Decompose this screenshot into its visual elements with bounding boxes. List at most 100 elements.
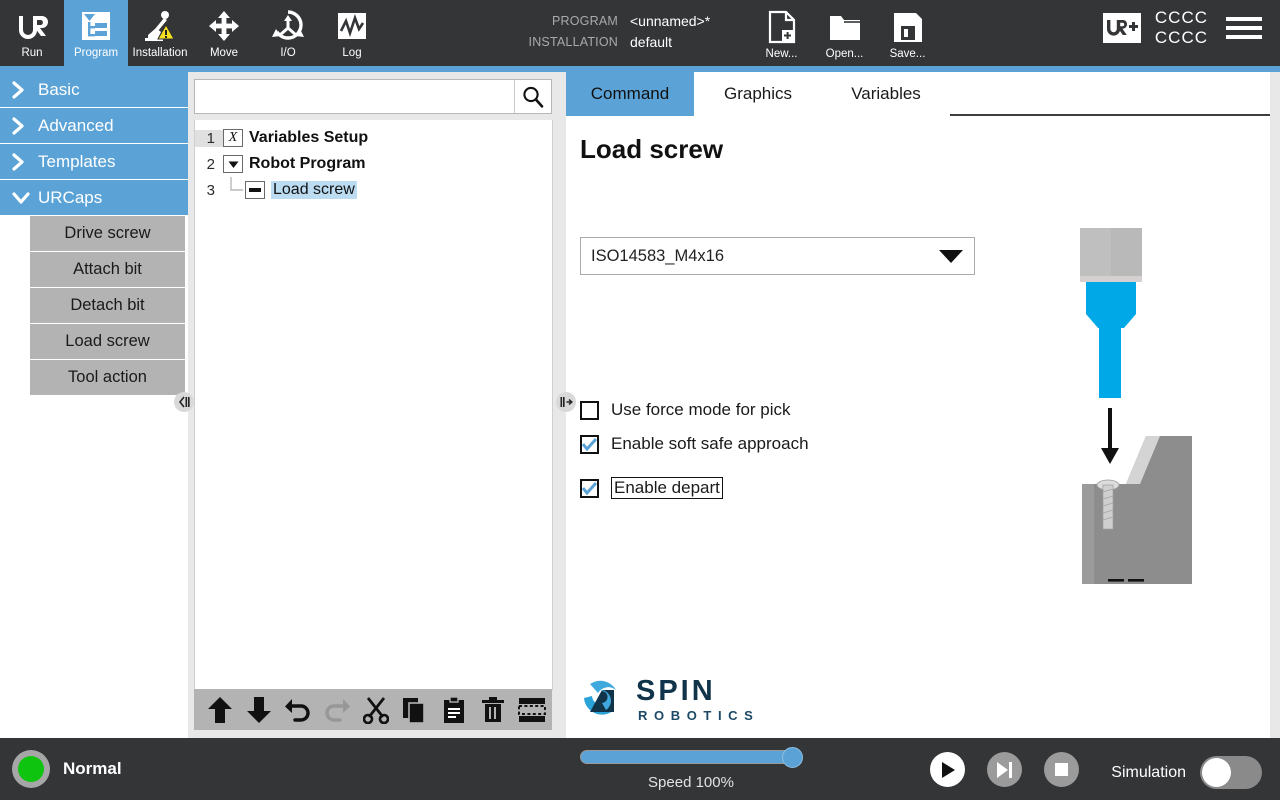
program-installation-meta: PROGRAM <unnamed>* INSTALLATION default [520, 11, 711, 53]
sidebar-group-basic[interactable]: Basic [0, 72, 188, 108]
table-row[interactable]: 3 Load screw [195, 177, 552, 203]
sidebar-group-urcaps[interactable]: URCaps [0, 180, 188, 216]
sidebar-group-templates[interactable]: Templates [0, 144, 188, 180]
sidebar-item-tool-action[interactable]: Tool action [30, 360, 185, 396]
logo-wordmark: SPIN [636, 675, 716, 707]
suppress-icon [518, 697, 547, 722]
action-label: New... [765, 48, 798, 60]
account-line-1: CCCC [1154, 8, 1208, 27]
header-right-cluster: CCCC CCCC [1102, 8, 1266, 48]
primary-nav-tabs: Run Program Installation Move I/O Log [0, 0, 384, 66]
meta-value: default [630, 34, 673, 50]
simulation-toggle[interactable] [1200, 756, 1262, 789]
chevron-right-icon [12, 80, 38, 99]
move-arrows-icon [207, 5, 241, 47]
step-button[interactable] [987, 752, 1022, 787]
sidebar-item-load-screw[interactable]: Load screw [30, 324, 185, 360]
checkbox-row-enable-depart[interactable]: Enable depart [580, 474, 809, 502]
speed-slider-track[interactable] [580, 747, 803, 768]
scissors-icon [362, 696, 389, 724]
toggle-knob [1202, 758, 1231, 787]
tree-row-label: Robot Program [249, 155, 366, 172]
arrow-up-icon [207, 696, 232, 723]
checkbox-row-soft-safe-approach[interactable]: Enable soft safe approach [580, 430, 809, 458]
play-icon [941, 761, 955, 778]
tree-row-number: 1 [195, 129, 223, 147]
sidebar-group-label: URCaps [38, 187, 103, 207]
command-panel-body: Load screw ISO14583_M4x16 Use force mode… [566, 116, 1270, 736]
check-icon [582, 481, 597, 495]
table-row[interactable]: 1 X Variables Setup [195, 125, 552, 151]
ur-plus-icon[interactable] [1102, 13, 1141, 43]
checkbox-label: Enable depart [611, 477, 723, 499]
new-file-icon [767, 4, 797, 44]
sidebar-collapse-handle[interactable] [174, 392, 194, 412]
arrow-down-icon [246, 696, 271, 723]
tab-graphics[interactable]: Graphics [694, 72, 822, 116]
program-tree-list[interactable]: 1 X Variables Setup 2 Robot Program 3 Lo… [194, 120, 553, 690]
options-checkbox-list: Use force mode for pick Enable soft safe… [580, 396, 809, 508]
redo-button[interactable] [317, 689, 356, 730]
ur-logo-icon [15, 5, 49, 47]
expand-triangle-icon[interactable] [223, 155, 243, 173]
nav-tab-installation[interactable]: Installation [128, 0, 192, 66]
meta-row-program: PROGRAM <unnamed>* [520, 11, 710, 32]
stop-button[interactable] [1044, 752, 1079, 787]
nav-tab-move[interactable]: Move [192, 0, 256, 66]
tab-variables[interactable]: Variables [822, 72, 950, 116]
program-node-sidebar: Basic Advanced Templates URCaps Drive sc… [0, 72, 188, 738]
nav-tab-run[interactable]: Run [0, 0, 64, 66]
new-program-button[interactable]: New... [750, 4, 813, 60]
move-up-button[interactable] [200, 689, 239, 730]
search-input[interactable] [195, 80, 514, 113]
chevron-down-icon [928, 248, 974, 264]
nav-tab-label: Run [21, 47, 43, 59]
panel-resize-handle[interactable] [556, 392, 576, 412]
page-title: Load screw [580, 134, 724, 164]
copy-button[interactable] [396, 689, 435, 730]
speed-slider-knob[interactable] [782, 747, 803, 768]
node-dash-icon [245, 181, 265, 199]
nav-tab-program[interactable]: Program [64, 0, 128, 66]
checkbox-row-use-force-mode[interactable]: Use force mode for pick [580, 396, 809, 424]
program-tree-icon [79, 5, 113, 47]
sidebar-item-drive-screw[interactable]: Drive screw [30, 216, 185, 252]
sidebar-item-detach-bit[interactable]: Detach bit [30, 288, 185, 324]
sidebar-item-attach-bit[interactable]: Attach bit [30, 252, 185, 288]
cut-button[interactable] [356, 689, 395, 730]
burger-line [1226, 35, 1262, 39]
tree-row-number: 3 [206, 181, 215, 199]
panel-resize-icon [560, 397, 573, 407]
hamburger-menu-icon[interactable] [1222, 13, 1266, 43]
nav-tab-log[interactable]: Log [320, 0, 384, 66]
sidebar-group-advanced[interactable]: Advanced [0, 108, 188, 144]
suppress-button[interactable] [513, 689, 552, 730]
save-program-button[interactable]: Save... [876, 4, 939, 60]
open-program-button[interactable]: Open... [813, 4, 876, 60]
sidebar-item-label: Attach bit [73, 260, 142, 278]
program-tree-panel: 1 X Variables Setup 2 Robot Program 3 Lo… [188, 72, 562, 738]
tab-command[interactable]: Command [566, 72, 694, 116]
search-icon [523, 86, 544, 108]
enable-depart-checkbox[interactable] [580, 478, 599, 498]
delete-button[interactable] [474, 689, 513, 730]
search-button[interactable] [514, 80, 551, 113]
play-button[interactable] [930, 752, 965, 787]
transport-controls [930, 752, 1079, 787]
nav-tab-io[interactable]: I/O [256, 0, 320, 66]
speed-slider[interactable]: Speed 100% [580, 747, 805, 791]
enable-soft-safe-approach-checkbox[interactable] [580, 434, 599, 454]
account-line-2: CCCC [1154, 28, 1208, 47]
paste-button[interactable] [435, 689, 474, 730]
redo-icon [325, 698, 350, 722]
move-down-button[interactable] [239, 689, 278, 730]
sidebar-item-label: Load screw [65, 332, 150, 350]
table-row[interactable]: 2 Robot Program [195, 151, 552, 177]
chevron-down-icon [12, 191, 38, 205]
burger-line [1226, 17, 1262, 21]
screw-type-select[interactable]: ISO14583_M4x16 [580, 237, 975, 275]
tree-row-number: 2 [206, 155, 215, 173]
use-force-mode-checkbox[interactable] [580, 400, 599, 420]
burger-line [1226, 26, 1262, 30]
undo-button[interactable] [278, 689, 317, 730]
